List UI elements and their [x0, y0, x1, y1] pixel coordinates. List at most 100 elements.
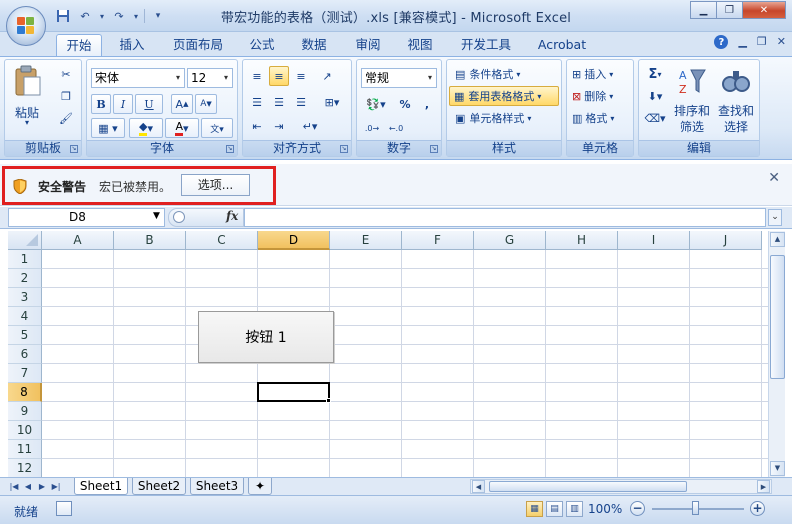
sheet-tab-2[interactable]: Sheet2	[132, 478, 186, 495]
font-launcher-icon[interactable]: ↘	[226, 145, 234, 153]
macro-button[interactable]: 按钮 1	[198, 311, 334, 363]
column-header-f[interactable]: F	[402, 231, 474, 250]
close-button[interactable]: ✕	[742, 1, 786, 19]
chevron-down-icon[interactable]: ▼	[153, 211, 160, 221]
align-left-icon[interactable]: ☰	[247, 92, 267, 112]
zoom-level[interactable]: 100%	[588, 502, 622, 516]
column-header-d[interactable]: D	[258, 231, 330, 250]
normal-view-icon[interactable]: ▦	[526, 501, 543, 517]
insert-sheet-icon[interactable]: ✦	[248, 478, 272, 495]
row-header-1[interactable]: 1	[8, 250, 42, 269]
wrap-text-icon[interactable]: ↵▾	[295, 116, 325, 136]
help-icon[interactable]: ?	[714, 35, 729, 49]
find-select-icon[interactable]	[719, 64, 753, 98]
row-header-3[interactable]: 3	[8, 288, 42, 307]
align-top-icon[interactable]: ≡	[247, 66, 267, 86]
minimize-button[interactable]: ▁	[690, 1, 716, 19]
copy-icon[interactable]: ❐	[57, 86, 75, 106]
clear-icon[interactable]: ⌫▾	[641, 108, 669, 128]
fill-icon[interactable]: ⬇▾	[641, 86, 669, 106]
formula-input[interactable]	[244, 208, 766, 227]
column-header-g[interactable]: G	[474, 231, 546, 250]
column-header-a[interactable]: A	[42, 231, 114, 250]
row-header-2[interactable]: 2	[8, 269, 42, 288]
ribbon-restore-icon[interactable]: ❐	[757, 35, 767, 49]
row-header-9[interactable]: 9	[8, 402, 42, 421]
font-color-icon[interactable]: A ▾	[165, 118, 199, 138]
format-cells-button[interactable]: ▥ 格式 ▾	[569, 108, 631, 128]
row-header-6[interactable]: 6	[8, 345, 42, 364]
row-header-11[interactable]: 11	[8, 440, 42, 459]
tab-insert[interactable]: 插入	[110, 34, 154, 56]
zoom-in-icon[interactable]: +	[750, 501, 765, 516]
row-header-4[interactable]: 4	[8, 307, 42, 326]
close-icon[interactable]: ✕	[768, 170, 780, 186]
sort-filter-icon[interactable]: AZ	[675, 64, 709, 98]
tab-formulas[interactable]: 公式	[240, 34, 284, 56]
paste-icon[interactable]	[11, 64, 45, 98]
borders-icon[interactable]: ▦ ▾	[91, 118, 125, 138]
autosum-button[interactable]: Σ ▾	[641, 64, 669, 84]
find-select-label-2[interactable]: 选择	[715, 118, 757, 135]
number-format-select[interactable]: 常规 ▾	[361, 68, 437, 88]
currency-icon[interactable]: 💱▾	[361, 94, 391, 114]
bold-button[interactable]: B	[91, 94, 111, 114]
row-header-12[interactable]: 12	[8, 459, 42, 477]
paste-dropdown-icon[interactable]: ▾	[7, 118, 47, 127]
ribbon-close-icon[interactable]: ✕	[777, 35, 786, 49]
row-header-5[interactable]: 5	[8, 326, 42, 345]
italic-button[interactable]: I	[113, 94, 133, 114]
select-all-corner[interactable]	[8, 231, 42, 250]
sort-filter-label-1[interactable]: 排序和	[671, 102, 713, 119]
cut-icon[interactable]: ✂	[57, 64, 75, 84]
comma-button[interactable]: ,	[417, 94, 437, 114]
decrease-font-icon[interactable]: A ▼	[195, 94, 217, 114]
format-painter-icon[interactable]: 🖌	[57, 108, 75, 128]
worksheet-grid[interactable]: ABCDEFGHIJ 1 2 3 4 5 6 7 8 9 10 11 12 按钮 1	[8, 231, 768, 477]
decrease-decimal-icon[interactable]: ←.0	[385, 118, 407, 138]
office-button[interactable]	[6, 6, 46, 46]
align-bottom-icon[interactable]: ≡	[291, 66, 311, 86]
increase-decimal-icon[interactable]: .0→	[361, 118, 383, 138]
format-as-table-button[interactable]: ▦ 套用表格格式 ▾	[449, 86, 559, 106]
expand-formula-icon[interactable]: ⌄	[768, 209, 782, 226]
scroll-right-icon[interactable]: ▶	[757, 480, 770, 493]
tab-review[interactable]: 审阅	[346, 34, 390, 56]
phonetic-icon[interactable]: 文▾	[201, 118, 233, 138]
first-sheet-icon[interactable]: |◀	[8, 480, 20, 493]
row-header-8[interactable]: 8	[8, 383, 42, 402]
name-box[interactable]: D8	[8, 208, 165, 227]
delete-cells-button[interactable]: ⊠ 删除 ▾	[569, 86, 631, 106]
zoom-slider-thumb[interactable]	[692, 501, 699, 515]
column-header-j[interactable]: J	[690, 231, 762, 250]
security-options-button[interactable]: 选项...	[181, 174, 250, 196]
column-header-i[interactable]: I	[618, 231, 690, 250]
scroll-left-icon[interactable]: ◀	[472, 480, 485, 493]
font-size-select[interactable]: 12 ▾	[187, 68, 233, 88]
sheet-tab-1[interactable]: Sheet1	[74, 478, 128, 495]
number-launcher-icon[interactable]: ↘	[430, 145, 438, 153]
horizontal-scrollbar[interactable]: ◀ ▶	[470, 479, 772, 494]
alignment-launcher-icon[interactable]: ↘	[340, 145, 348, 153]
tab-data[interactable]: 数据	[292, 34, 336, 56]
column-header-b[interactable]: B	[114, 231, 186, 250]
align-right-icon[interactable]: ☰	[291, 92, 311, 112]
scroll-down-icon[interactable]: ▼	[770, 461, 785, 476]
tab-view[interactable]: 视图	[398, 34, 442, 56]
zoom-out-icon[interactable]: −	[630, 501, 645, 516]
sort-filter-label-2[interactable]: 筛选	[671, 118, 713, 135]
page-layout-view-icon[interactable]: ▤	[546, 501, 563, 517]
align-middle-icon[interactable]: ≡	[269, 66, 289, 86]
align-center-icon[interactable]: ☰	[269, 92, 289, 112]
tab-page-layout[interactable]: 页面布局	[166, 34, 230, 56]
restore-button[interactable]: ❐	[716, 1, 742, 19]
horizontal-scroll-thumb[interactable]	[489, 481, 687, 492]
fill-handle[interactable]	[326, 398, 331, 403]
vertical-scroll-thumb[interactable]	[770, 255, 785, 379]
cell-styles-button[interactable]: ▣ 单元格样式 ▾	[451, 108, 557, 128]
merge-center-icon[interactable]: ⊞▾	[317, 92, 347, 112]
column-header-h[interactable]: H	[546, 231, 618, 250]
font-name-select[interactable]: 宋体 ▾	[91, 68, 185, 88]
column-header-c[interactable]: C	[186, 231, 258, 250]
underline-button[interactable]: U	[135, 94, 163, 114]
